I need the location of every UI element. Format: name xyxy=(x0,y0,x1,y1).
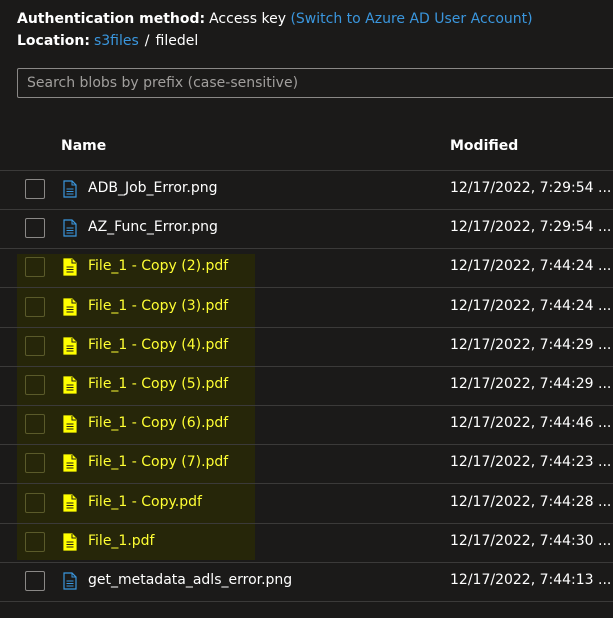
row-checkbox[interactable] xyxy=(25,335,45,356)
auth-method-label: Authentication method: xyxy=(17,11,206,27)
blob-name[interactable]: File_1 - Copy (3).pdf xyxy=(88,298,228,314)
table-header: Name Modified xyxy=(0,128,613,171)
table-row[interactable]: AZ_Func_Error.png 12/17/2022, 7:29:54 ... xyxy=(0,209,613,250)
file-image-icon xyxy=(63,180,77,198)
blob-name[interactable]: AZ_Func_Error.png xyxy=(88,219,218,235)
blob-modified: 12/17/2022, 7:29:54 ... xyxy=(450,219,612,236)
column-header-name[interactable]: Name xyxy=(61,138,106,154)
blob-name[interactable]: File_1 - Copy (5).pdf xyxy=(88,376,228,392)
column-header-modified[interactable]: Modified xyxy=(450,138,518,154)
blob-name[interactable]: File_1 - Copy (2).pdf xyxy=(88,258,228,274)
file-pdf-icon xyxy=(63,454,77,472)
row-checkbox[interactable] xyxy=(25,179,45,199)
table-row[interactable]: File_1 - Copy (4).pdf 12/17/2022, 7:44:29… xyxy=(0,327,613,367)
blob-modified: 12/17/2022, 7:29:54 ... xyxy=(450,180,612,196)
current-folder: filedel xyxy=(155,33,199,49)
auth-method-line: Authentication method: Access key (Switch… xyxy=(17,10,533,28)
file-pdf-icon xyxy=(63,415,77,433)
container-link[interactable]: s3files xyxy=(94,33,139,49)
blob-name[interactable]: File_1.pdf xyxy=(88,533,155,549)
row-checkbox[interactable] xyxy=(25,375,45,395)
blob-name[interactable]: get_metadata_adls_error.png xyxy=(88,572,292,588)
row-checkbox[interactable] xyxy=(25,453,45,474)
file-pdf-icon xyxy=(63,376,77,394)
file-pdf-icon xyxy=(63,297,77,316)
row-checkbox[interactable] xyxy=(25,218,45,239)
table-row[interactable]: get_metadata_adls_error.png 12/17/2022, 7… xyxy=(0,562,613,602)
row-checkbox[interactable] xyxy=(25,531,45,552)
table-row[interactable]: File_1 - Copy.pdf 12/17/2022, 7:44:28 ... xyxy=(0,484,613,524)
auth-method-value: Access key xyxy=(209,11,286,27)
blob-modified: 12/17/2022, 7:44:28 ... xyxy=(450,493,612,510)
file-image-icon xyxy=(63,572,77,590)
blob-name[interactable]: File_1 - Copy.pdf xyxy=(88,494,202,510)
location-line: Location: s3files / filedel xyxy=(17,32,198,50)
blob-modified: 12/17/2022, 7:44:46 ... xyxy=(450,415,612,432)
blob-name[interactable]: ADB_Job_Error.png xyxy=(88,180,217,196)
table-row[interactable]: ADB_Job_Error.png 12/17/2022, 7:29:54 ... xyxy=(0,170,613,210)
blob-modified: 12/17/2022, 7:44:29 ... xyxy=(450,336,612,353)
search-input[interactable] xyxy=(17,68,613,98)
table-row[interactable]: File_1 - Copy (3).pdf 12/17/2022, 7:44:24… xyxy=(0,288,613,328)
location-label: Location: xyxy=(17,33,90,49)
table-row[interactable]: File_1 - Copy (6).pdf 12/17/2022, 7:44:46… xyxy=(0,405,613,446)
blob-modified: 12/17/2022, 7:44:30 ... xyxy=(450,532,612,549)
blob-name[interactable]: File_1 - Copy (7).pdf xyxy=(88,454,228,470)
file-image-icon xyxy=(63,219,77,237)
table-row[interactable]: File_1 - Copy (5).pdf 12/17/2022, 7:44:29… xyxy=(0,366,613,406)
file-pdf-icon xyxy=(63,493,77,512)
blob-modified: 12/17/2022, 7:44:24 ... xyxy=(450,297,612,314)
blob-modified: 12/17/2022, 7:44:13 ... xyxy=(450,572,612,588)
file-pdf-icon xyxy=(63,337,77,355)
file-pdf-icon xyxy=(63,533,77,551)
table-row[interactable]: File_1.pdf 12/17/2022, 7:44:30 ... xyxy=(0,523,613,563)
row-checkbox[interactable] xyxy=(25,414,45,435)
switch-auth-link[interactable]: (Switch to Azure AD User Account) xyxy=(290,11,532,27)
row-checkbox[interactable] xyxy=(25,296,45,317)
path-separator: / xyxy=(144,33,150,49)
table-row[interactable]: File_1 - Copy (2).pdf 12/17/2022, 7:44:24… xyxy=(0,248,613,289)
blob-modified: 12/17/2022, 7:44:23 ... xyxy=(450,454,612,471)
row-checkbox[interactable] xyxy=(25,571,45,591)
row-checkbox[interactable] xyxy=(25,492,45,513)
file-pdf-icon xyxy=(63,258,77,276)
blob-name[interactable]: File_1 - Copy (6).pdf xyxy=(88,415,228,431)
row-checkbox[interactable] xyxy=(25,257,45,278)
table-row[interactable]: File_1 - Copy (7).pdf 12/17/2022, 7:44:23… xyxy=(0,444,613,485)
blob-name[interactable]: File_1 - Copy (4).pdf xyxy=(88,337,228,353)
blob-modified: 12/17/2022, 7:44:29 ... xyxy=(450,376,612,392)
blob-modified: 12/17/2022, 7:44:24 ... xyxy=(450,258,612,275)
